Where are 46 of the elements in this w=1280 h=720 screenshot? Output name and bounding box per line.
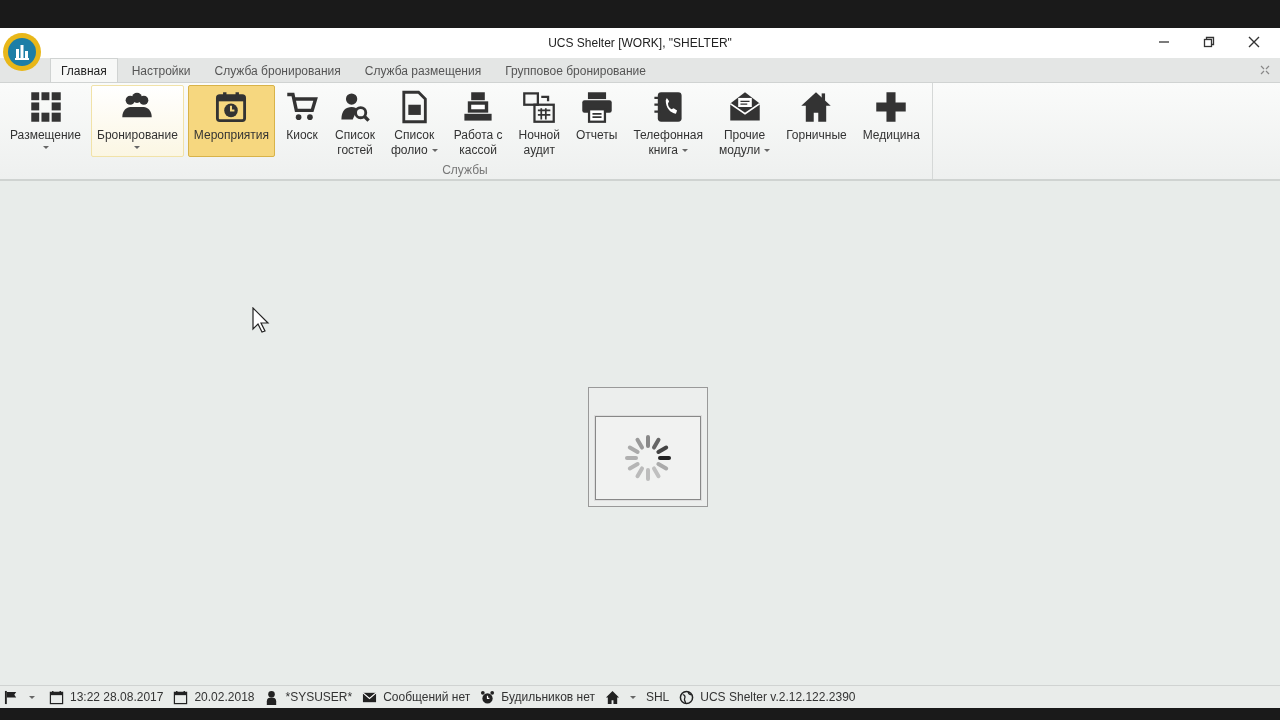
alarm-clock-icon <box>480 689 496 705</box>
envelope-icon <box>727 90 762 124</box>
ribbon-button[interactable]: Медицина <box>856 85 926 157</box>
mouse-cursor-icon <box>252 307 270 333</box>
caret-icon[interactable] <box>29 695 35 699</box>
ribbon-button[interactable]: Ночной аудит <box>512 85 566 163</box>
ribbon-tab[interactable]: Групповое бронирование <box>495 59 656 82</box>
status-text: *SYSUSER* <box>285 690 353 704</box>
status-text: UCS Shelter v.2.12.122.2390 <box>700 690 856 704</box>
calendar-icon <box>173 689 189 705</box>
status-text: Будильников нет <box>501 690 595 704</box>
printer-icon <box>579 90 614 124</box>
ribbon-button[interactable]: Отчеты <box>569 85 624 157</box>
house-icon <box>604 689 620 705</box>
globe-icon <box>679 689 695 705</box>
close-icon[interactable] <box>1248 36 1260 48</box>
ribbon-button[interactable]: Работа с кассой <box>447 85 509 163</box>
calendar-icon <box>522 90 557 124</box>
ribbon-button[interactable]: Список фолио <box>385 85 444 163</box>
ribbon-button[interactable]: Мероприятия <box>187 85 276 157</box>
cross-icon <box>874 90 909 124</box>
flag-icon <box>4 689 19 705</box>
ribbon-tab[interactable]: Служба размещения <box>354 59 492 82</box>
ribbon-tab[interactable]: Настройки <box>121 59 201 82</box>
ribbon-button[interactable]: Горничные <box>780 85 853 157</box>
ribbon-button[interactable]: Бронирование <box>91 85 184 157</box>
calendar-clock-icon <box>214 90 249 124</box>
envelope-icon <box>362 689 378 705</box>
calendar-icon <box>49 689 64 705</box>
window-title: UCS Shelter [WORK], "SHELTER" <box>548 36 732 50</box>
ribbon-button[interactable]: Прочие модули <box>713 85 777 163</box>
ribbon-tab[interactable]: Служба бронирования <box>204 59 351 82</box>
collapse-ribbon-icon[interactable] <box>1260 65 1270 75</box>
grid-icon <box>28 90 63 124</box>
ribbon-button[interactable]: Размещение <box>4 85 87 157</box>
caret-icon[interactable] <box>629 695 636 699</box>
status-text: 20.02.2018 <box>194 690 255 704</box>
restore-icon[interactable] <box>1203 36 1215 48</box>
status-text: 13:22 28.08.2017 <box>70 690 164 704</box>
ribbon-button[interactable]: Список гостей <box>329 85 381 163</box>
status-text: SHL <box>645 690 670 704</box>
ribbon-button[interactable]: Телефонная книга <box>627 85 710 163</box>
status-text: Сообщений нет <box>383 690 471 704</box>
ribbon-button[interactable]: Киоск <box>279 85 326 157</box>
group-label: Службы <box>441 163 489 179</box>
ribbon-tab[interactable]: Главная <box>50 58 118 82</box>
